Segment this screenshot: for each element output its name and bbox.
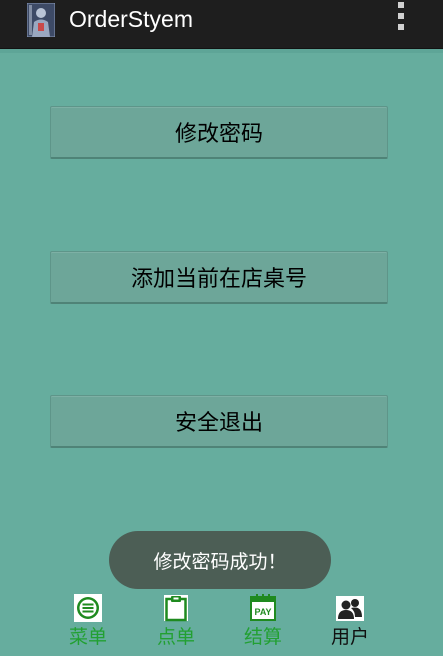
clipboard-icon <box>164 595 188 622</box>
toast-message: 修改密码成功！ <box>109 531 331 589</box>
change-password-button[interactable]: 修改密码 <box>50 106 388 159</box>
svg-text:PAY: PAY <box>254 607 271 617</box>
action-bar: OrderStyem <box>0 0 443 49</box>
tab-checkout[interactable]: PAY 结算 <box>228 592 298 652</box>
list-icon <box>74 594 102 622</box>
logout-button[interactable]: 安全退出 <box>50 395 388 448</box>
app-screen: OrderStyem 修改密码 添加当前在店桌号 安全退出 修改密码成功！ 菜单 <box>0 0 443 656</box>
more-vert-icon[interactable] <box>392 2 410 34</box>
tab-menu-label: 菜单 <box>68 626 107 648</box>
bottom-tab-bar: 菜单 点单 PAY 结算 用户 <box>0 592 443 656</box>
app-title: OrderStyem <box>69 6 193 32</box>
app-person-icon <box>27 3 55 37</box>
users-icon <box>336 596 364 621</box>
pay-icon: PAY <box>250 594 276 621</box>
tab-user-label: 用户 <box>330 626 369 648</box>
tab-order[interactable]: 点单 <box>141 592 211 652</box>
tab-menu[interactable]: 菜单 <box>53 592 123 652</box>
tab-checkout-label: 结算 <box>243 626 282 648</box>
tab-order-label: 点单 <box>156 626 195 648</box>
divider <box>0 49 443 53</box>
add-current-table-button[interactable]: 添加当前在店桌号 <box>50 251 388 304</box>
tab-user[interactable]: 用户 <box>315 592 385 652</box>
